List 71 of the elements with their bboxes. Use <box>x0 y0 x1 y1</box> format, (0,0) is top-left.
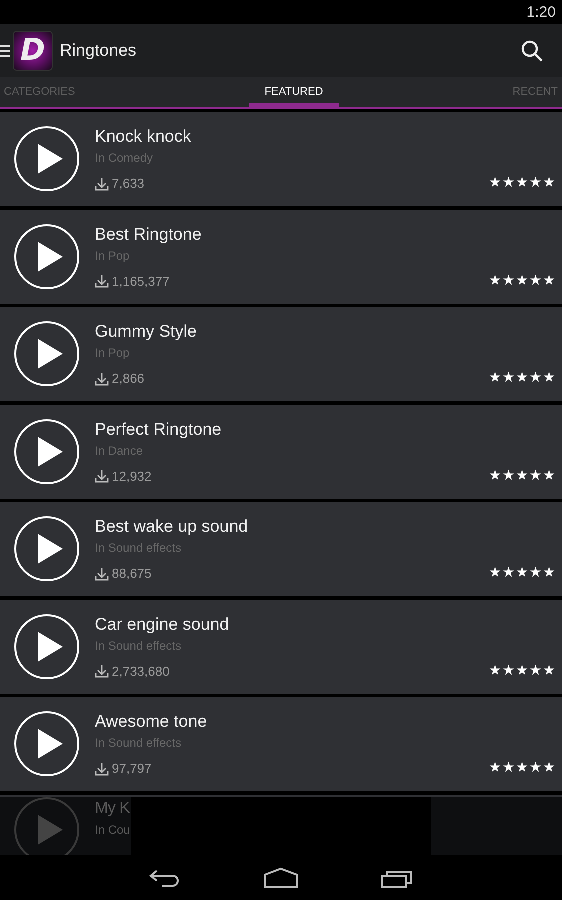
star-icon: ★ <box>488 468 502 484</box>
star-icon: ★ <box>488 370 502 386</box>
star-icon: ★ <box>488 565 502 581</box>
download-icon <box>95 176 109 190</box>
star-icon: ★ <box>502 175 516 191</box>
star-icon: ★ <box>502 760 516 776</box>
ringtone-title: Perfect Ringtone <box>95 420 223 440</box>
menu-icon[interactable] <box>0 44 10 56</box>
star-icon: ★ <box>488 272 502 288</box>
download-icon <box>95 274 109 288</box>
star-icon: ★ <box>502 272 516 288</box>
star-icon: ★ <box>529 565 542 581</box>
star-icon: ★ <box>502 662 516 678</box>
download-icon <box>95 469 109 483</box>
ringtone-title: My K <box>95 800 131 818</box>
star-icon: ★ <box>529 760 542 776</box>
ringtone-title: Best Ringtone <box>95 224 203 244</box>
star-icon: ★ <box>542 468 556 484</box>
star-icon: ★ <box>529 468 542 484</box>
star-icon: ★ <box>542 760 556 776</box>
star-icon: ★ <box>516 565 529 581</box>
download-count: 2,866 <box>112 371 145 386</box>
category-label: In Pop <box>95 248 131 262</box>
clock: 1:20 <box>526 4 556 20</box>
star-icon: ★ <box>502 565 516 581</box>
home-icon[interactable] <box>264 866 298 888</box>
category-label: In Cou <box>95 822 131 836</box>
star-icon: ★ <box>516 175 529 191</box>
category-label: In Sound effects <box>95 638 183 652</box>
download-count: 7,633 <box>112 176 145 191</box>
download-count: 12,932 <box>112 468 152 484</box>
star-icon: ★ <box>516 272 529 288</box>
star-icon: ★ <box>516 370 529 386</box>
download-icon <box>95 372 109 386</box>
star-icon: ★ <box>542 370 556 386</box>
star-icon: ★ <box>542 175 556 191</box>
star-icon: ★ <box>516 468 529 484</box>
download-count: 2,733,680 <box>112 664 170 678</box>
star-icon: ★ <box>529 662 542 678</box>
download-count: 88,675 <box>112 566 152 581</box>
ringtone-title: Awesome tone <box>95 712 208 732</box>
star-icon: ★ <box>529 370 542 386</box>
star-icon: ★ <box>502 370 516 386</box>
star-icon: ★ <box>542 272 556 288</box>
star-icon: ★ <box>488 760 502 776</box>
category-label: In Dance <box>95 444 144 458</box>
star-icon: ★ <box>529 175 542 191</box>
download-icon <box>95 566 109 580</box>
star-icon: ★ <box>516 662 529 678</box>
star-icon: ★ <box>488 175 502 191</box>
download-count: 1,165,377 <box>112 274 170 288</box>
app-logo[interactable]: D <box>13 30 53 70</box>
category-label: In Comedy <box>95 151 154 165</box>
category-label: In Pop <box>95 346 131 360</box>
download-icon <box>95 664 109 678</box>
star-icon: ★ <box>516 760 529 776</box>
ringtone-title: Best wake up sound <box>95 517 250 537</box>
category-label: In Sound effects <box>95 541 183 555</box>
ringtone-title: Gummy Style <box>95 322 198 342</box>
star-icon: ★ <box>529 272 542 288</box>
search-icon[interactable] <box>521 40 543 62</box>
ringtone-title: Knock knock <box>95 127 192 147</box>
download-count: 97,797 <box>112 761 152 776</box>
download-icon <box>95 762 109 776</box>
star-icon: ★ <box>502 468 516 484</box>
star-icon: ★ <box>488 662 502 678</box>
star-icon: ★ <box>542 662 556 678</box>
screen-title: Ringtones <box>60 40 138 60</box>
star-icon: ★ <box>542 565 556 581</box>
category-label: In Sound effects <box>95 736 183 750</box>
ringtone-title: Car engine sound <box>95 614 230 634</box>
